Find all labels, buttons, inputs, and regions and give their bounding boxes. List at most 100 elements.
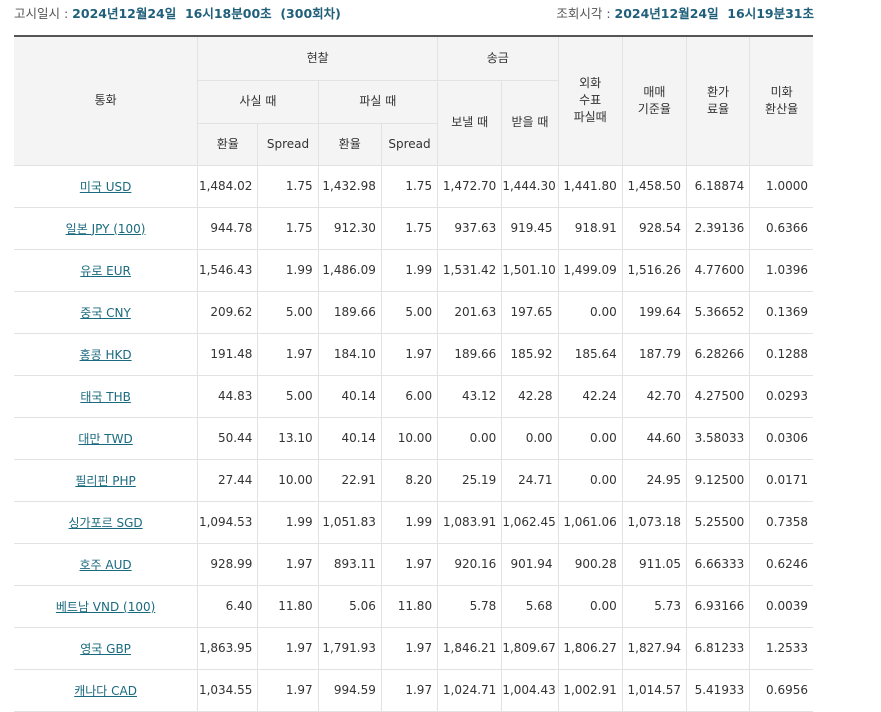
col-cash-sell-rate: 환율	[317, 123, 382, 166]
currency-cell: 태국 THB	[14, 375, 198, 418]
notice-time-label: 고시일시 :	[14, 6, 69, 21]
base-rate-cell: 187.79	[621, 333, 687, 376]
currency-cell: 싱가포르 SGD	[14, 501, 198, 544]
usd-conv-rate-cell: 0.6956	[749, 669, 813, 712]
cash-sell-spread-cell: 1.75	[380, 207, 438, 250]
send-rate-cell: 920.16	[437, 543, 502, 586]
cash-sell-rate-cell: 189.66	[317, 291, 382, 334]
cash-sell-rate-cell: 5.06	[317, 585, 382, 628]
currency-link[interactable]: 홍콩 HKD	[80, 348, 132, 362]
usd-conv-rate-cell: 0.1369	[749, 291, 813, 334]
table-row: 미국 USD 1,484.02 1.75 1,432.98 1.75 1,472.70 1,…	[14, 165, 813, 208]
send-rate-cell: 1,846.21	[437, 627, 502, 670]
usd-conv-rate-cell: 1.0396	[749, 249, 813, 292]
currency-cell: 홍콩 HKD	[14, 333, 198, 376]
col-fx-check: 외화 수표 파실때	[557, 35, 623, 166]
table-row: 호주 AUD 928.99 1.97 893.11 1.97 920.16 901.94 90…	[14, 543, 813, 586]
cash-sell-spread-cell: 1.99	[380, 501, 438, 544]
receive-rate-cell: 197.65	[501, 291, 559, 334]
table-row: 일본 JPY (100) 944.78 1.75 912.30 1.75 937.63 91…	[14, 207, 813, 250]
cash-buy-rate-cell: 209.62	[197, 291, 258, 334]
fx-check-rate-cell: 1,806.27	[557, 627, 623, 670]
send-rate-cell: 0.00	[437, 417, 502, 460]
conv-rate-cell: 6.93166	[685, 585, 750, 628]
cash-sell-spread-cell: 1.97	[380, 627, 438, 670]
base-rate-cell: 24.95	[621, 459, 687, 502]
cash-sell-rate-cell: 184.10	[317, 333, 382, 376]
fx-check-rate-cell: 0.00	[557, 291, 623, 334]
table-row: 캐나다 CAD 1,034.55 1.97 994.59 1.97 1,024.71 1,0…	[14, 669, 813, 712]
cash-sell-rate-cell: 1,486.09	[317, 249, 382, 292]
cash-buy-rate-cell: 1,094.53	[197, 501, 258, 544]
col-cash-sell-spread: Spread	[380, 123, 438, 166]
currency-link[interactable]: 태국 THB	[80, 390, 130, 404]
cash-sell-rate-cell: 1,051.83	[317, 501, 382, 544]
usd-conv-rate-cell: 0.0293	[749, 375, 813, 418]
cash-buy-rate-cell: 44.83	[197, 375, 258, 418]
cash-buy-spread-cell: 1.97	[257, 669, 319, 712]
currency-link[interactable]: 미국 USD	[80, 180, 132, 194]
currency-link[interactable]: 베트남 VND (100)	[56, 600, 155, 614]
currency-link[interactable]: 대만 TWD	[78, 432, 132, 446]
currency-link[interactable]: 캐나다 CAD	[74, 684, 137, 698]
cash-sell-spread-cell: 1.97	[380, 333, 438, 376]
col-receive: 받을 때	[501, 80, 559, 166]
conv-rate-cell: 5.25500	[685, 501, 750, 544]
receive-rate-cell: 0.00	[501, 417, 559, 460]
send-rate-cell: 201.63	[437, 291, 502, 334]
notice-time-value: 2024년12월24일 16시18분00초 (300회차)	[72, 6, 341, 21]
base-rate-cell: 1,014.57	[621, 669, 687, 712]
send-rate-cell: 43.12	[437, 375, 502, 418]
receive-rate-cell: 1,444.30	[501, 165, 559, 208]
table-row: 베트남 VND (100) 6.40 11.80 5.06 11.80 5.78 5.68 0…	[14, 585, 813, 628]
currency-cell: 영국 GBP	[14, 627, 198, 670]
top-info-bar: 고시일시 : 2024년12월24일 16시18분00초 (300회차) 조회시…	[14, 0, 814, 22]
receive-rate-cell: 24.71	[501, 459, 559, 502]
currency-cell: 유로 EUR	[14, 249, 198, 292]
cash-buy-rate-cell: 1,484.02	[197, 165, 258, 208]
conv-rate-cell: 6.28266	[685, 333, 750, 376]
cash-sell-spread-cell: 1.97	[380, 669, 438, 712]
fx-check-rate-cell: 1,499.09	[557, 249, 623, 292]
col-cash-buy-rate: 환율	[197, 123, 258, 166]
usd-conv-rate-cell: 1.2533	[749, 627, 813, 670]
currency-link[interactable]: 일본 JPY (100)	[66, 222, 146, 236]
col-currency: 통화	[14, 35, 198, 166]
conv-rate-cell: 9.12500	[685, 459, 750, 502]
currency-cell: 미국 USD	[14, 165, 198, 208]
cash-buy-spread-cell: 1.97	[257, 333, 319, 376]
lookup-time-label: 조회시각 :	[556, 6, 611, 21]
currency-cell: 필리핀 PHP	[14, 459, 198, 502]
table-row: 중국 CNY 209.62 5.00 189.66 5.00 201.63 197.65 0.…	[14, 291, 813, 334]
currency-link[interactable]: 싱가포르 SGD	[69, 516, 143, 530]
lookup-time: 조회시각 : 2024년12월24일 16시19분31초	[556, 3, 814, 22]
conv-rate-cell: 6.81233	[685, 627, 750, 670]
fx-check-rate-cell: 42.24	[557, 375, 623, 418]
usd-conv-rate-cell: 0.6246	[749, 543, 813, 586]
currency-link[interactable]: 영국 GBP	[80, 642, 131, 656]
currency-cell: 캐나다 CAD	[14, 669, 198, 712]
send-rate-cell: 189.66	[437, 333, 502, 376]
col-cash-sell: 파실 때	[317, 80, 438, 124]
cash-sell-spread-cell: 6.00	[380, 375, 438, 418]
currency-link[interactable]: 필리핀 PHP	[75, 474, 135, 488]
conv-rate-cell: 6.18874	[685, 165, 750, 208]
send-rate-cell: 5.78	[437, 585, 502, 628]
fx-check-rate-cell: 1,002.91	[557, 669, 623, 712]
fx-check-rate-cell: 0.00	[557, 585, 623, 628]
col-cash-buy: 사실 때	[197, 80, 319, 124]
cash-sell-spread-cell: 8.20	[380, 459, 438, 502]
col-cash: 현찰	[197, 35, 438, 81]
usd-conv-rate-cell: 0.1288	[749, 333, 813, 376]
cash-buy-spread-cell: 10.00	[257, 459, 319, 502]
receive-rate-cell: 5.68	[501, 585, 559, 628]
conv-rate-cell: 5.36652	[685, 291, 750, 334]
cash-buy-spread-cell: 11.80	[257, 585, 319, 628]
base-rate-cell: 1,073.18	[621, 501, 687, 544]
currency-link[interactable]: 중국 CNY	[80, 306, 131, 320]
base-rate-cell: 1,458.50	[621, 165, 687, 208]
table-header: 통화 현찰 송금 외화 수표 파실때 매매 기준율 환가 료율 미화 환산율 사…	[14, 35, 813, 166]
currency-link[interactable]: 유로 EUR	[80, 264, 131, 278]
currency-link[interactable]: 호주 AUD	[80, 558, 132, 572]
fx-check-rate-cell: 1,441.80	[557, 165, 623, 208]
